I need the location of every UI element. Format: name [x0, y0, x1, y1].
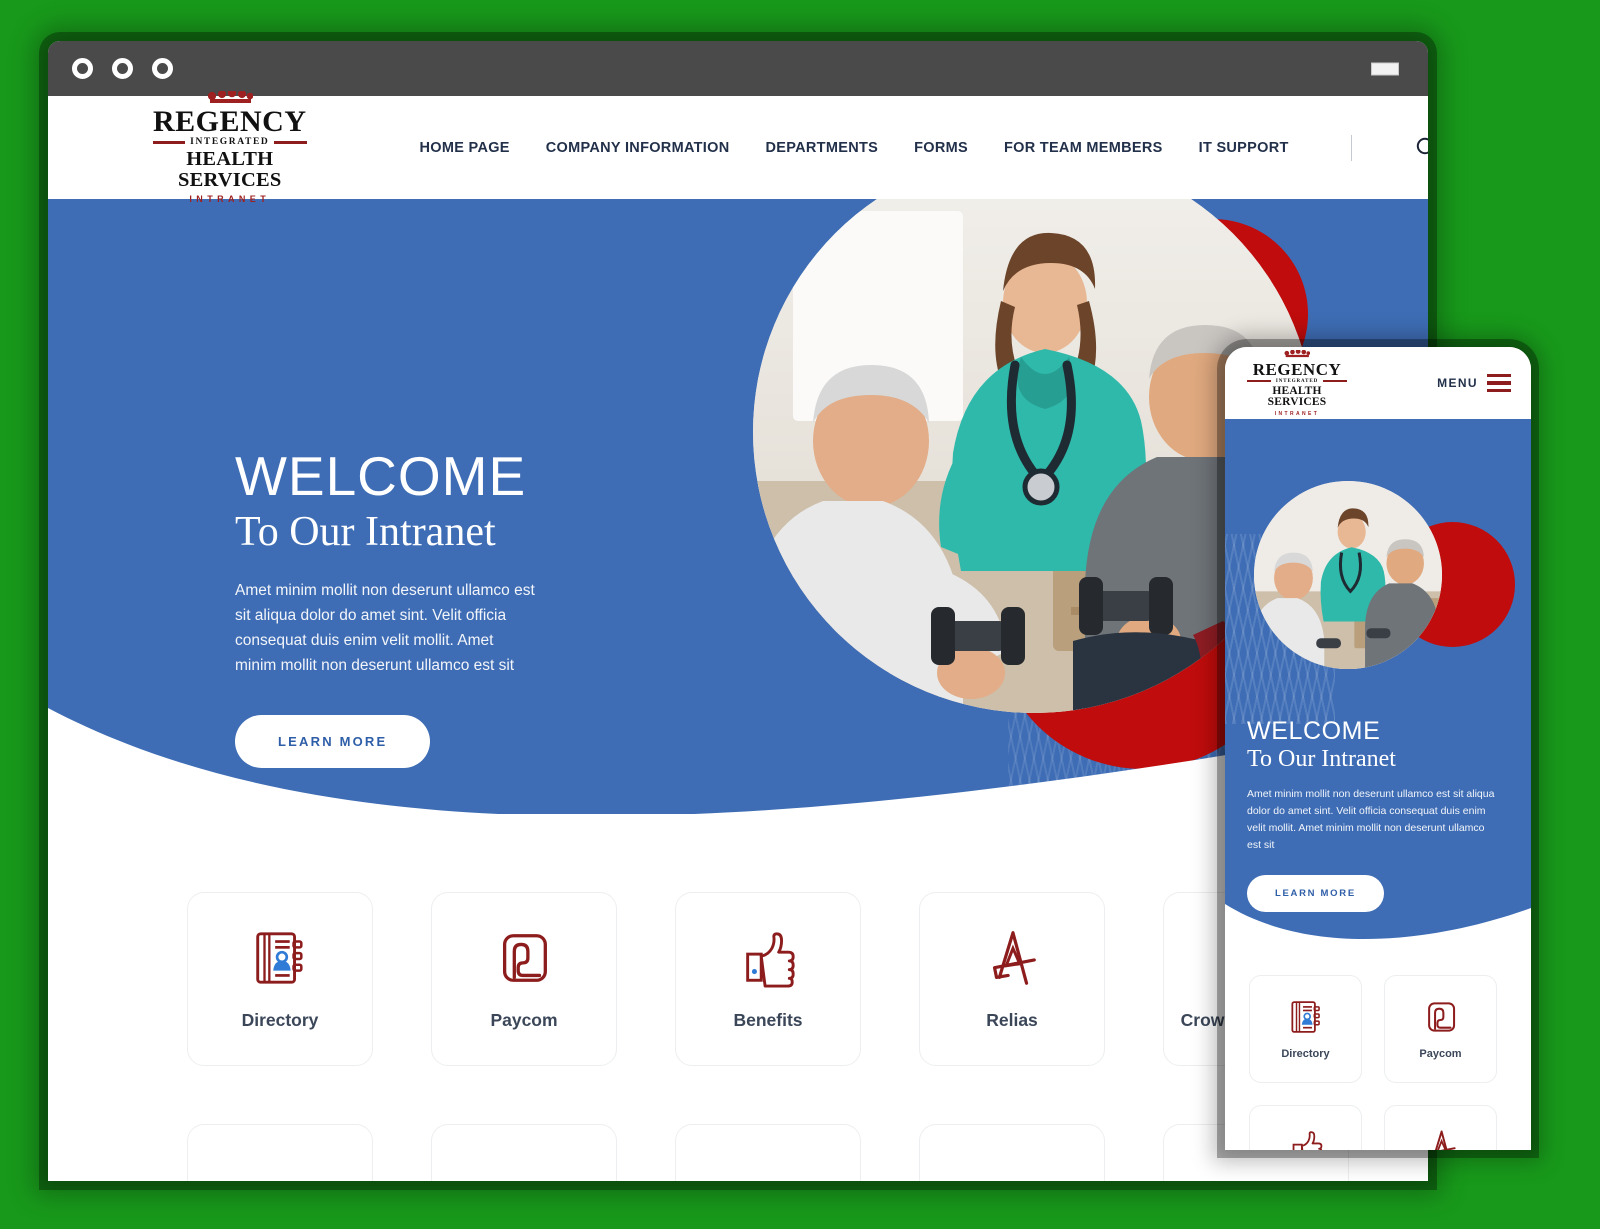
thumbs-up-icon	[746, 932, 795, 988]
hero-wave-divider	[48, 708, 1428, 814]
address-book-icon	[256, 932, 303, 984]
brand-name: REGENCY	[1252, 359, 1342, 379]
mobile-brand-logo[interactable]: REGENCY INTEGRATED HEALTH SERVICES INTRA…	[1247, 349, 1347, 417]
mobile-hero-wave-divider	[1225, 904, 1531, 949]
quick-link-label: Paycom	[490, 1010, 558, 1030]
quick-link-card-directory[interactable]: Directory	[187, 892, 373, 1066]
quick-links-section: Directory Paycom Benefits Relias Crown	[48, 814, 1428, 1181]
relias-a-icon	[992, 931, 1036, 985]
mobile-hero-copy: WELCOME To Our Intranet Amet minim molli…	[1247, 717, 1507, 913]
hero-title: WELCOME	[235, 445, 527, 507]
brand-line2: HEALTH SERVICES	[1267, 384, 1327, 408]
titlebar-minimize-bar[interactable]	[1371, 62, 1399, 75]
mobile-quick-link-paycom[interactable]: Paycom	[1384, 975, 1497, 1083]
window-close-button[interactable]	[72, 58, 93, 79]
person-icon	[493, 1180, 555, 1181]
desktop-browser-window: REGENCY INTEGRATED HEALTH SERVICES INTRA…	[48, 41, 1428, 1181]
relias-a-icon	[1434, 1130, 1456, 1150]
brand-tagline: INTEGRATED	[190, 136, 270, 147]
mobile-quick-link-relias[interactable]: Relias	[1384, 1105, 1497, 1150]
building-icon	[737, 1180, 799, 1181]
hero-body-text: Amet minim mollit non deserunt ullamco e…	[235, 582, 535, 675]
mobile-device-mockup: REGENCY INTEGRATED HEALTH SERVICES INTRA…	[1225, 347, 1531, 1150]
brand-tagline-rule: INTEGRATED	[1247, 379, 1347, 384]
quick-link-label: Relias	[986, 1010, 1038, 1030]
address-book-icon	[1290, 1001, 1320, 1033]
placeholder-icon	[1225, 1180, 1287, 1181]
quick-link-card-row2-2[interactable]	[431, 1124, 617, 1181]
quick-link-card-benefits[interactable]: Benefits	[675, 892, 861, 1066]
mobile-menu-button[interactable]: MENU	[1437, 373, 1511, 393]
quick-link-card-paycom[interactable]: Paycom	[431, 892, 617, 1066]
circle-icon	[249, 1180, 311, 1181]
brand-line2: HEALTH SERVICES	[178, 148, 282, 191]
quick-link-label: Benefits	[733, 1010, 803, 1030]
mobile-quick-link-label: Paycom	[1419, 1048, 1462, 1060]
nav-item-for-team-members[interactable]: FOR TEAM MEMBERS	[1004, 140, 1163, 156]
nav-item-company-information[interactable]: COMPANY INFORMATION	[546, 140, 730, 156]
thumbs-up-icon	[1292, 1131, 1322, 1150]
nav-divider	[1350, 134, 1352, 161]
mobile-hero-title: WELCOME	[1247, 717, 1381, 745]
therapy-session-illustration	[1254, 481, 1442, 669]
nav-item-it-support[interactable]: IT SUPPORT	[1199, 140, 1289, 156]
window-minimize-button[interactable]	[112, 58, 133, 79]
brand-tagline-rule: INTEGRATED	[153, 136, 307, 148]
window-titlebar	[48, 41, 1428, 96]
quick-link-card-relias[interactable]: Relias	[919, 892, 1105, 1066]
brand-logo[interactable]: REGENCY INTEGRATED HEALTH SERVICES INTRA…	[153, 90, 307, 205]
mobile-menu-label: MENU	[1437, 375, 1478, 390]
nav-item-home-page[interactable]: HOME PAGE	[420, 140, 510, 156]
crown-icon	[1284, 349, 1310, 357]
quick-link-card-row2-1[interactable]	[187, 1124, 373, 1181]
quick-link-card-row2-3[interactable]	[675, 1124, 861, 1181]
mobile-hero-subtitle: To Our Intranet	[1247, 746, 1396, 772]
quick-link-label: Directory	[241, 1010, 319, 1030]
paycom-logo-icon	[1427, 1002, 1455, 1032]
mobile-quick-link-benefits[interactable]: Benefits	[1249, 1105, 1362, 1150]
quick-link-card-row2-4[interactable]	[919, 1124, 1105, 1181]
window-maximize-button[interactable]	[152, 58, 173, 79]
mobile-quick-link-label: Directory	[1281, 1048, 1330, 1060]
search-icon	[1416, 137, 1428, 154]
brand-name: REGENCY	[153, 104, 307, 138]
brand-sub: INTRANET	[1274, 410, 1320, 417]
mobile-hero-body-text: Amet minim mollit non deserunt ullamco e…	[1247, 788, 1495, 852]
brand-tagline: INTEGRATED	[1275, 378, 1319, 384]
brand-sub: INTRANET	[189, 194, 271, 205]
hero-section: WELCOME To Our Intranet Amet minim molli…	[48, 199, 1428, 814]
arc-icon	[981, 1180, 1043, 1181]
paycom-logo-icon	[502, 934, 547, 982]
hamburger-icon	[1487, 373, 1511, 393]
nav-item-forms[interactable]: FORMS	[914, 140, 968, 156]
quick-links-row-1: Directory Paycom Benefits Relias Crown	[48, 892, 1428, 1066]
crown-icon	[207, 90, 253, 103]
search-button[interactable]	[1414, 135, 1428, 161]
mobile-hero-section: WELCOME To Our Intranet Amet minim molli…	[1225, 419, 1531, 949]
mobile-hero-photo	[1254, 481, 1442, 669]
nav-item-departments[interactable]: DEPARTMENTS	[766, 140, 879, 156]
mobile-quick-link-directory[interactable]: Directory	[1249, 975, 1362, 1083]
main-navigation: HOME PAGE COMPANY INFORMATION DEPARTMENT…	[420, 134, 1428, 161]
hero-subtitle: To Our Intranet	[235, 509, 496, 555]
quick-links-row-2	[48, 1124, 1428, 1181]
site-header: REGENCY INTEGRATED HEALTH SERVICES INTRA…	[48, 90, 1428, 204]
mobile-header: REGENCY INTEGRATED HEALTH SERVICES INTRA…	[1225, 347, 1531, 419]
mobile-quick-links: Directory Paycom Benefits Relias	[1225, 949, 1531, 1150]
